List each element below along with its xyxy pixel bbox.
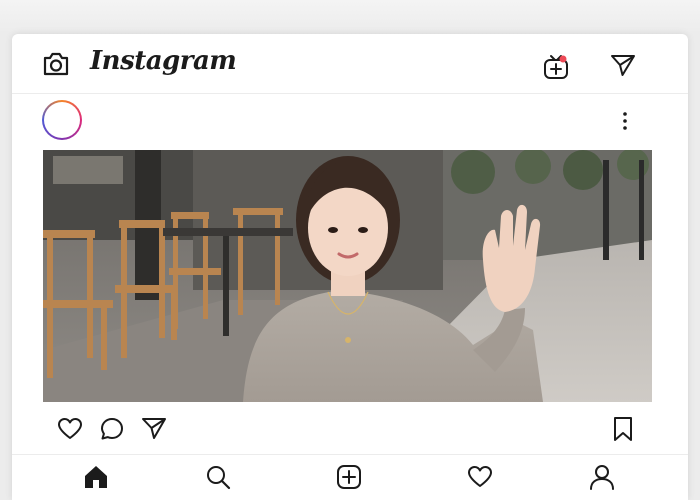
screen-top-background bbox=[0, 0, 700, 34]
save-icon[interactable] bbox=[612, 415, 634, 443]
comment-icon[interactable] bbox=[99, 416, 125, 442]
post-photo-illustration bbox=[43, 150, 652, 402]
direct-message-icon[interactable] bbox=[609, 52, 637, 78]
new-post-icon[interactable] bbox=[336, 464, 362, 490]
like-icon[interactable] bbox=[57, 417, 83, 441]
notification-dot bbox=[559, 55, 567, 63]
activity-icon[interactable] bbox=[467, 465, 493, 489]
share-icon[interactable] bbox=[141, 416, 167, 442]
home-icon[interactable] bbox=[83, 464, 109, 490]
bottom-navigation bbox=[12, 454, 688, 500]
avatar[interactable] bbox=[42, 100, 82, 140]
avatar-image bbox=[44, 102, 80, 138]
post-header bbox=[12, 94, 688, 150]
brand-logo[interactable]: Instagram bbox=[90, 46, 237, 76]
post-actions bbox=[12, 402, 688, 454]
more-options-icon[interactable] bbox=[618, 110, 632, 134]
igtv-icon[interactable] bbox=[542, 51, 572, 81]
search-icon[interactable] bbox=[205, 464, 231, 490]
profile-icon[interactable] bbox=[589, 463, 615, 491]
post-image[interactable] bbox=[43, 150, 652, 402]
app-header: Instagram bbox=[12, 34, 688, 94]
instagram-app-card: Instagram bbox=[12, 34, 688, 500]
camera-icon[interactable] bbox=[42, 51, 70, 77]
